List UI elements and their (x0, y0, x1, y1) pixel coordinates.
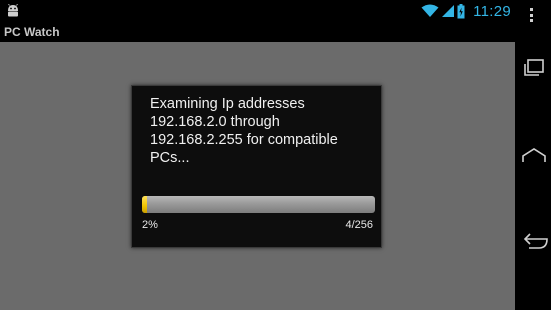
progress-percent: 2% (142, 219, 158, 231)
app-title: PC Watch (4, 25, 60, 39)
wifi-icon (421, 4, 439, 17)
status-bar: 11:29 (0, 0, 515, 22)
battery-icon (457, 3, 465, 18)
progress-bar-fill (142, 196, 147, 213)
overflow-menu-icon[interactable] (530, 8, 534, 22)
android-icon (8, 4, 18, 17)
home-icon[interactable] (519, 144, 549, 168)
navigation-bar (515, 22, 551, 310)
action-bar: PC Watch (0, 22, 515, 42)
recent-apps-icon[interactable] (519, 56, 549, 80)
progress-dialog: Examining Ip addresses 192.168.2.0 throu… (131, 85, 382, 248)
progress-bar (142, 196, 375, 213)
signal-icon (442, 5, 455, 17)
progress-count: 4/256 (345, 219, 373, 231)
phone-screen: 11:29 PC Watch Examining Ip addresses 19… (0, 0, 551, 310)
status-icons: 11:29 (421, 2, 511, 20)
dialog-message: Examining Ip addresses 192.168.2.0 throu… (150, 96, 338, 166)
back-icon[interactable] (519, 230, 549, 254)
status-time: 11:29 (473, 2, 511, 20)
